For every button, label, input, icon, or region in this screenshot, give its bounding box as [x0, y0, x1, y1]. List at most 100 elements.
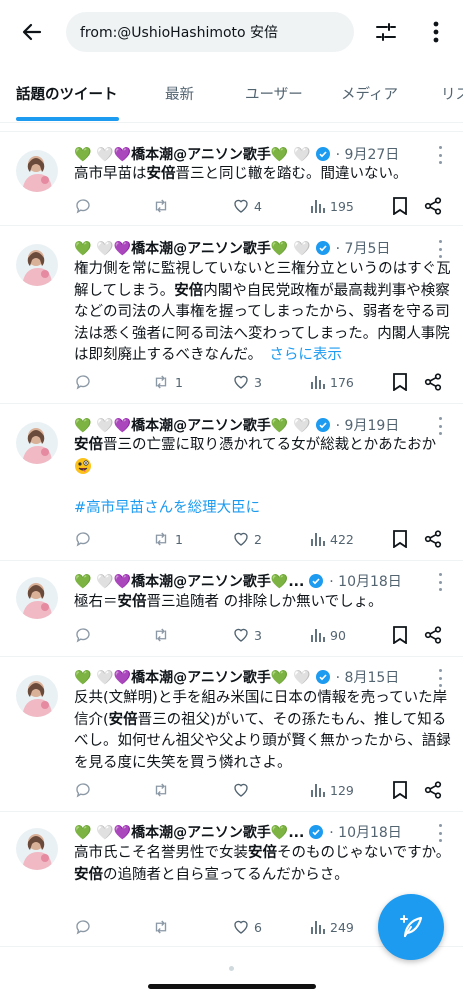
avatar[interactable]: [16, 828, 58, 870]
retweet-button[interactable]: [151, 195, 175, 217]
like-button[interactable]: 4: [232, 195, 262, 217]
retweet-button[interactable]: 1: [151, 371, 183, 393]
bookmark-button[interactable]: [392, 624, 408, 646]
tweet[interactable]: 💚 🤍💜橋本潮@アニソン歌手💚 🤍 · 8月15日 反共(文鮮明)と手を組み米国…: [0, 657, 463, 812]
search-filter-button[interactable]: [372, 18, 400, 46]
reply-button[interactable]: [74, 371, 96, 393]
retweet-button[interactable]: [151, 779, 175, 801]
author-name[interactable]: 💚 🤍💜橋本潮@アニソン歌手💚 🤍: [74, 415, 311, 435]
show-more-link[interactable]: さらに表示: [269, 347, 342, 363]
bookmark-button[interactable]: [392, 528, 408, 550]
analytics-icon: [311, 784, 325, 797]
reply-icon: [76, 628, 90, 643]
share-button[interactable]: [424, 779, 442, 801]
retweet-button[interactable]: 1: [151, 528, 183, 550]
avatar[interactable]: [16, 577, 58, 619]
views-button[interactable]: 129: [310, 779, 354, 801]
views-button[interactable]: 90: [310, 624, 346, 646]
tweet-menu-icon[interactable]: [435, 417, 445, 435]
reply-icon: [76, 375, 90, 390]
avatar[interactable]: [16, 244, 58, 286]
reply-button[interactable]: [74, 624, 96, 646]
reply-button[interactable]: [74, 528, 96, 550]
more-options-button[interactable]: [424, 18, 448, 46]
avatar[interactable]: [16, 150, 58, 192]
retweet-button[interactable]: [151, 916, 175, 938]
reply-button[interactable]: [74, 195, 96, 217]
avatar[interactable]: [16, 675, 58, 717]
tabs-divider: [0, 122, 463, 123]
bookmark-icon: [393, 373, 407, 391]
bookmark-icon: [393, 626, 407, 644]
retweet-icon: [155, 199, 167, 213]
tweet-date[interactable]: · 10月18日: [329, 571, 402, 591]
author-name[interactable]: 💚 🤍💜橋本潮@アニソン歌手💚...: [74, 571, 304, 591]
tab-people[interactable]: ユーザー: [245, 72, 303, 120]
tweet-date[interactable]: · 10月18日: [329, 822, 402, 842]
tweet-text: 高市氏こそ名誉男性で女装安倍そのものじゃないですか。 安倍の追随者と自ら宣ってる…: [74, 845, 451, 883]
reply-button[interactable]: [74, 779, 96, 801]
like-button[interactable]: [232, 779, 254, 801]
tweet-date[interactable]: · 8月15日: [336, 667, 400, 687]
tweet-date[interactable]: · 7月5日: [336, 238, 391, 258]
share-button[interactable]: [424, 371, 442, 393]
share-icon: [424, 197, 442, 215]
like-button[interactable]: 3: [232, 624, 262, 646]
tweet-actions: 129: [74, 779, 447, 801]
compose-feather-icon: [400, 915, 423, 938]
share-button[interactable]: [424, 624, 442, 646]
author-name[interactable]: 💚 🤍💜橋本潮@アニソン歌手💚...: [74, 822, 304, 842]
author-name[interactable]: 💚 🤍💜橋本潮@アニソン歌手💚 🤍: [74, 667, 311, 687]
share-icon: [424, 626, 442, 644]
like-button[interactable]: 2: [232, 528, 262, 550]
tweet-date[interactable]: · 9月19日: [336, 415, 400, 435]
share-icon: [424, 373, 442, 391]
heart-icon: [234, 783, 248, 797]
verified-badge-icon: [315, 670, 330, 684]
views-button[interactable]: 195: [310, 195, 354, 217]
verified-badge-icon: [309, 825, 324, 839]
tweet-menu-icon[interactable]: [435, 573, 445, 591]
views-button[interactable]: 249: [310, 916, 354, 938]
share-icon: [424, 781, 442, 799]
back-button[interactable]: [18, 18, 46, 46]
tweet[interactable]: 💚 🤍💜橋本潮@アニソン歌手💚 🤍 · 9月19日 安倍晋三の亡霊に取り憑かれて…: [0, 404, 463, 561]
tab-media[interactable]: メディア: [341, 72, 398, 120]
system-home-indicator[interactable]: [148, 984, 316, 989]
avatar[interactable]: [16, 422, 58, 464]
tweet[interactable]: 💚 🤍💜橋本潮@アニソン歌手💚 🤍 · 9月27日 高市早苗は安倍晋三と同じ轍を…: [0, 132, 463, 226]
bookmark-button[interactable]: [392, 371, 408, 393]
like-button[interactable]: 6: [232, 916, 262, 938]
arrow-left-icon: [22, 23, 42, 41]
tab-latest[interactable]: 最新: [165, 72, 194, 120]
tweet-header: 💚 🤍💜橋本潮@アニソン歌手💚... · 10月18日: [74, 821, 445, 843]
retweet-button[interactable]: [151, 624, 175, 646]
share-button[interactable]: [424, 195, 442, 217]
bookmark-button[interactable]: [392, 779, 408, 801]
retweet-icon: [155, 628, 167, 642]
bookmark-button[interactable]: [392, 195, 408, 217]
share-button[interactable]: [424, 528, 442, 550]
tweet[interactable]: 💚 🤍💜橋本潮@アニソン歌手💚 🤍 · 7月5日 権力側を常に監視していないと三…: [0, 226, 463, 404]
compose-tweet-button[interactable]: [378, 894, 444, 960]
tweet[interactable]: 💚 🤍💜橋本潮@アニソン歌手💚... · 10月18日 極右＝安倍晋三追随者 の…: [0, 561, 463, 657]
author-name[interactable]: 💚 🤍💜橋本潮@アニソン歌手💚 🤍: [74, 144, 311, 164]
like-button[interactable]: 3: [232, 371, 262, 393]
tweet-date[interactable]: · 9月27日: [336, 144, 400, 164]
search-header: from:@UshioHashimoto 安倍: [0, 0, 463, 64]
reply-button[interactable]: [74, 916, 96, 938]
author-name[interactable]: 💚 🤍💜橋本潮@アニソン歌手💚 🤍: [74, 238, 311, 258]
tab-top[interactable]: 話題のツイート: [16, 72, 118, 120]
tweet-header: 💚 🤍💜橋本潮@アニソン歌手💚 🤍 · 7月5日: [74, 237, 445, 259]
hashtag-link[interactable]: #高市早苗さんを総理大臣に: [74, 500, 260, 516]
tweet-menu-icon[interactable]: [435, 669, 445, 687]
sliders-icon: [376, 23, 396, 41]
tweet-menu-icon[interactable]: [435, 146, 445, 164]
tweet-text: 安倍晋三の亡霊に取り憑かれてる女が総裁とかあたおか: [74, 435, 451, 479]
tweet-menu-icon[interactable]: [435, 240, 445, 258]
views-button[interactable]: 422: [310, 528, 354, 550]
tweet-menu-icon[interactable]: [435, 824, 445, 842]
search-input[interactable]: from:@UshioHashimoto 安倍: [66, 12, 354, 52]
tab-lists[interactable]: リス: [441, 72, 463, 120]
views-button[interactable]: 176: [310, 371, 354, 393]
